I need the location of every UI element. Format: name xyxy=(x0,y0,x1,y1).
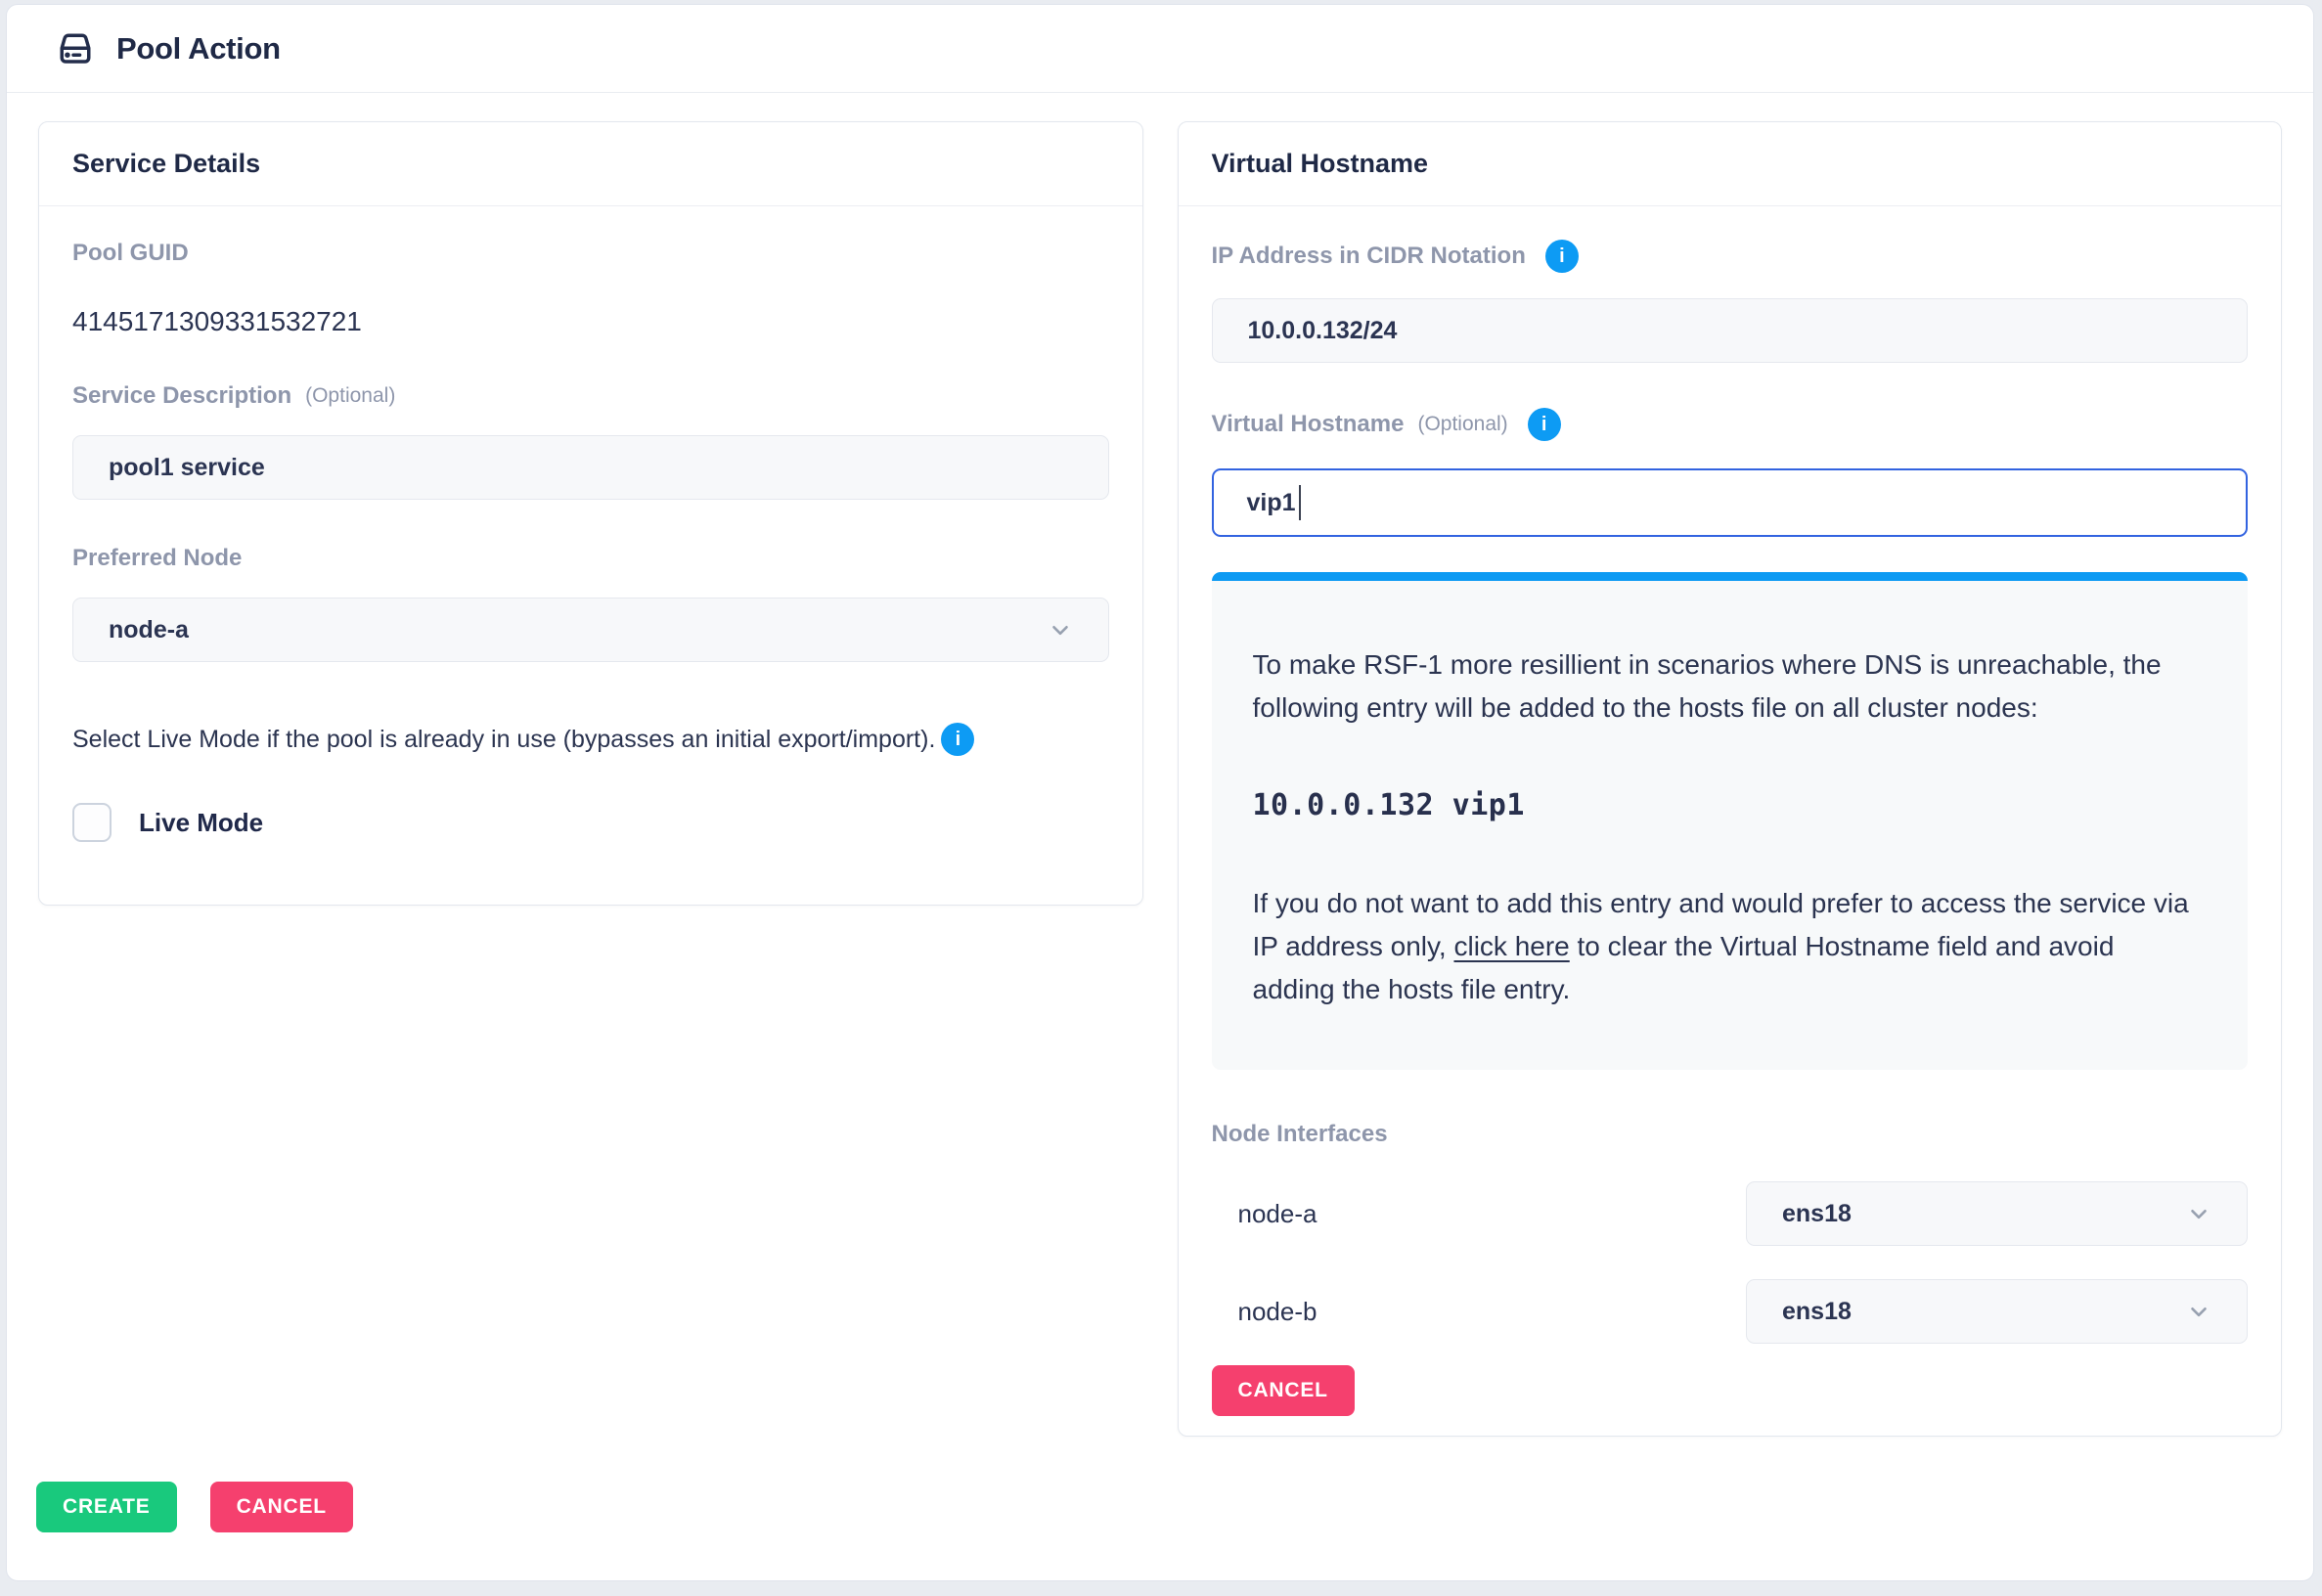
callout-paragraph-2: If you do not want to add this entry and… xyxy=(1253,882,2204,1011)
virtual-hostname-header: Virtual Hostname xyxy=(1179,122,2282,206)
info-icon[interactable]: i xyxy=(1545,240,1579,273)
service-description-optional: (Optional) xyxy=(305,384,395,408)
virtual-hostname-value: vip1 xyxy=(1247,489,1296,517)
live-mode-hint: Select Live Mode if the pool is already … xyxy=(72,726,935,754)
node-interfaces-label: Node Interfaces xyxy=(1212,1121,2249,1148)
service-details-panel: Service Details Pool GUID 41451713093315… xyxy=(38,121,1143,906)
node-interface-row: node-b ens18 xyxy=(1212,1279,2249,1344)
service-details-title: Service Details xyxy=(72,149,260,179)
app-header: Pool Action xyxy=(7,5,2313,93)
panel-cancel-row: CANCEL xyxy=(1212,1365,2249,1416)
pool-guid-value: 4145171309331532721 xyxy=(72,306,1109,337)
info-icon[interactable]: i xyxy=(1528,408,1561,441)
callout-accent-bar xyxy=(1212,572,2249,581)
node-a-label: node-a xyxy=(1212,1199,1317,1229)
page-title: Pool Action xyxy=(116,31,281,66)
info-icon[interactable]: i xyxy=(941,723,974,756)
panels-row: Service Details Pool GUID 41451713093315… xyxy=(7,93,2313,1437)
chevron-down-icon xyxy=(1048,617,1073,643)
node-a-interface-select[interactable]: ens18 xyxy=(1746,1181,2248,1246)
service-details-body: Pool GUID 4145171309331532721 Service De… xyxy=(39,206,1142,905)
chevron-down-icon xyxy=(2186,1299,2211,1324)
node-b-label: node-b xyxy=(1212,1297,1317,1327)
service-description-label-text: Service Description xyxy=(72,382,291,410)
pool-guid-label: Pool GUID xyxy=(72,240,1109,267)
virtual-hostname-title: Virtual Hostname xyxy=(1212,149,1429,179)
live-mode-row: Live Mode xyxy=(72,803,1109,842)
pool-drive-icon xyxy=(54,27,97,70)
service-description-input[interactable]: pool1 service xyxy=(72,435,1109,500)
clear-hostname-link[interactable]: click here xyxy=(1453,931,1569,961)
footer-actions: CREATE CANCEL xyxy=(7,1437,2313,1532)
live-mode-label: Live Mode xyxy=(139,808,263,838)
service-description-label: Service Description (Optional) xyxy=(72,382,1109,410)
cancel-button[interactable]: CANCEL xyxy=(210,1482,353,1532)
ip-cidr-label-row: IP Address in CIDR Notation i xyxy=(1212,240,2249,273)
ip-cidr-value: 10.0.0.132/24 xyxy=(1248,317,1398,345)
live-mode-checkbox[interactable] xyxy=(72,803,112,842)
preferred-node-value: node-a xyxy=(109,616,189,644)
virtual-hostname-input[interactable]: vip1 xyxy=(1212,468,2249,537)
preferred-node-label: Preferred Node xyxy=(72,545,1109,572)
ip-cidr-input[interactable]: 10.0.0.132/24 xyxy=(1212,298,2249,363)
hosts-entry: 10.0.0.132 vip1 xyxy=(1253,784,2204,827)
virtual-hostname-body: IP Address in CIDR Notation i 10.0.0.132… xyxy=(1179,206,2282,1436)
text-cursor xyxy=(1299,485,1301,520)
node-interface-row: node-a ens18 xyxy=(1212,1181,2249,1246)
panel-cancel-button[interactable]: CANCEL xyxy=(1212,1365,1355,1416)
node-b-interface-value: ens18 xyxy=(1782,1298,1852,1326)
virtual-hostname-optional: (Optional) xyxy=(1417,413,1507,436)
live-mode-hint-row: Select Live Mode if the pool is already … xyxy=(72,723,1109,756)
node-a-interface-value: ens18 xyxy=(1782,1200,1852,1228)
virtual-hostname-label-row: Virtual Hostname (Optional) i xyxy=(1212,408,2249,441)
callout-body: To make RSF-1 more resillient in scenari… xyxy=(1212,581,2249,1070)
preferred-node-select[interactable]: node-a xyxy=(72,598,1109,662)
callout-paragraph-1: To make RSF-1 more resillient in scenari… xyxy=(1253,643,2204,730)
hosts-file-callout: To make RSF-1 more resillient in scenari… xyxy=(1212,572,2249,1070)
pool-action-card: Pool Action Service Details Pool GUID 41… xyxy=(6,4,2314,1581)
service-description-value: pool1 service xyxy=(109,454,265,482)
virtual-hostname-panel: Virtual Hostname IP Address in CIDR Nota… xyxy=(1178,121,2283,1437)
virtual-hostname-label: Virtual Hostname xyxy=(1212,411,1405,438)
node-b-interface-select[interactable]: ens18 xyxy=(1746,1279,2248,1344)
create-button[interactable]: CREATE xyxy=(36,1482,177,1532)
ip-cidr-label: IP Address in CIDR Notation xyxy=(1212,243,1526,270)
service-details-header: Service Details xyxy=(39,122,1142,206)
chevron-down-icon xyxy=(2186,1201,2211,1226)
